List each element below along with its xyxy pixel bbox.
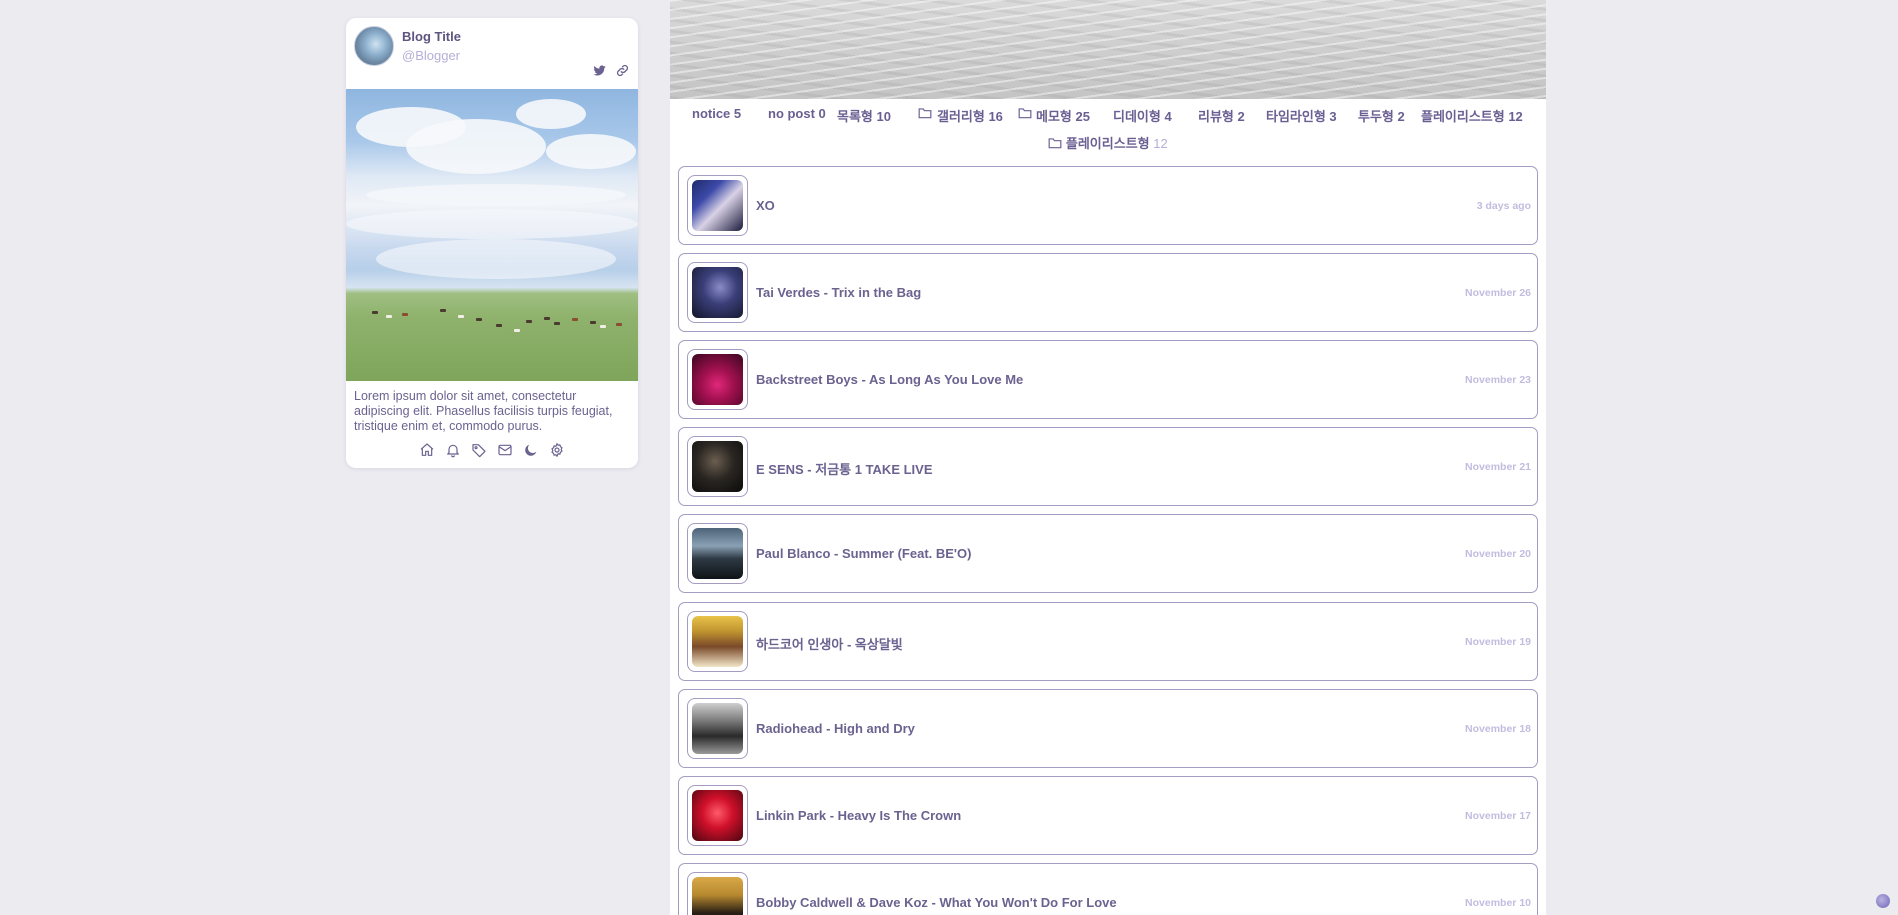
- category-timeline-type[interactable]: 타임라인형 3: [1266, 106, 1337, 125]
- post-date: November 26: [1465, 287, 1531, 299]
- post-date: November 18: [1465, 723, 1531, 735]
- post-title: Radiohead - High and Dry: [756, 721, 915, 736]
- post-title: Backstreet Boys - As Long As You Love Me: [756, 372, 1024, 387]
- post-title: 하드코어 인생아 - 옥상달빛: [756, 637, 903, 652]
- thumbnail: [687, 262, 748, 323]
- thumbnail: [687, 349, 748, 410]
- list-item[interactable]: Paul Blanco - Summer (Feat. BE'O) Novemb…: [678, 514, 1538, 593]
- post-title: Bobby Caldwell & Dave Koz - What You Won…: [756, 895, 1117, 910]
- category-playlist-type[interactable]: 플레이리스트형 12: [1421, 106, 1523, 125]
- post-date: November 21: [1465, 461, 1531, 473]
- avatar[interactable]: [354, 26, 394, 66]
- category-dday-type[interactable]: 디데이형 4: [1113, 106, 1172, 125]
- mail-icon[interactable]: [497, 442, 513, 458]
- post-title: Tai Verdes - Trix in the Bag: [756, 285, 922, 300]
- post-date: 3 days ago: [1476, 200, 1531, 212]
- post-date: November 23: [1465, 374, 1531, 386]
- post-title: XO: [756, 198, 775, 213]
- category-todo-type[interactable]: 투두형 2: [1358, 106, 1405, 125]
- moon-icon[interactable]: [523, 442, 539, 458]
- thumbnail: [687, 523, 748, 584]
- profile-header: Blog Title @Blogger: [346, 18, 638, 89]
- profile-card: Blog Title @Blogger Lorem ipsum dolor si…: [346, 18, 638, 468]
- floating-badge[interactable]: [1876, 894, 1890, 908]
- list-item[interactable]: XO 3 days ago: [678, 166, 1538, 245]
- list-item[interactable]: E SENS - 저금통 1 TAKE LIVE November 21: [678, 427, 1538, 506]
- folder-icon: [1048, 137, 1062, 149]
- post-date: November 20: [1465, 548, 1531, 560]
- post-date: November 17: [1465, 810, 1531, 822]
- gear-icon[interactable]: [549, 442, 565, 458]
- thumbnail: [687, 175, 748, 236]
- social-links: [592, 63, 630, 78]
- active-category-count: 12: [1153, 136, 1168, 151]
- active-category[interactable]: 플레이리스트형 12: [670, 133, 1546, 152]
- active-category-label: 플레이리스트형: [1065, 136, 1150, 151]
- thumbnail: [687, 611, 748, 672]
- post-title: E SENS - 저금통 1 TAKE LIVE: [756, 462, 933, 477]
- blog-title[interactable]: Blog Title: [402, 29, 461, 44]
- post-date: November 10: [1465, 897, 1531, 909]
- post-title: Paul Blanco - Summer (Feat. BE'O): [756, 546, 972, 561]
- list-item[interactable]: Radiohead - High and Dry November 18: [678, 689, 1538, 768]
- thumbnail: [687, 436, 748, 497]
- folder-icon: [918, 106, 932, 121]
- header-image: [670, 0, 1546, 99]
- post-title: Linkin Park - Heavy Is The Crown: [756, 808, 962, 823]
- tag-icon[interactable]: [471, 442, 487, 458]
- thumbnail: [687, 872, 748, 915]
- thumbnail: [687, 785, 748, 846]
- list-item[interactable]: Linkin Park - Heavy Is The Crown Novembe…: [678, 776, 1538, 855]
- home-icon[interactable]: [419, 442, 435, 458]
- category-no-post[interactable]: no post 0: [768, 106, 826, 121]
- category-memo-type[interactable]: 메모형 25: [1036, 106, 1090, 125]
- category-review-type[interactable]: 리뷰형 2: [1198, 106, 1245, 125]
- link-icon[interactable]: [615, 63, 630, 78]
- profile-menu: [346, 442, 638, 458]
- bell-icon[interactable]: [445, 442, 461, 458]
- list-item[interactable]: 하드코어 인생아 - 옥상달빛 November 19: [678, 602, 1538, 681]
- banner-image: [346, 89, 638, 381]
- folder-icon: [1018, 106, 1032, 121]
- twitter-icon[interactable]: [592, 63, 607, 78]
- blog-handle: @Blogger: [402, 48, 461, 63]
- category-notice[interactable]: notice 5: [692, 106, 741, 121]
- category-gallery-type[interactable]: 갤러리형 16: [937, 106, 1003, 125]
- list-item[interactable]: Bobby Caldwell & Dave Koz - What You Won…: [678, 863, 1538, 915]
- list-item[interactable]: Backstreet Boys - As Long As You Love Me…: [678, 340, 1538, 419]
- blog-description: Lorem ipsum dolor sit amet, consectetur …: [354, 389, 613, 433]
- list-item[interactable]: Tai Verdes - Trix in the Bag November 26: [678, 253, 1538, 332]
- post-date: November 19: [1465, 636, 1531, 648]
- category-list-type[interactable]: 목록형 10: [837, 106, 891, 125]
- thumbnail: [687, 698, 748, 759]
- main-content: notice 5 no post 0 목록형 10 갤러리형 16 메모형 25…: [670, 0, 1546, 915]
